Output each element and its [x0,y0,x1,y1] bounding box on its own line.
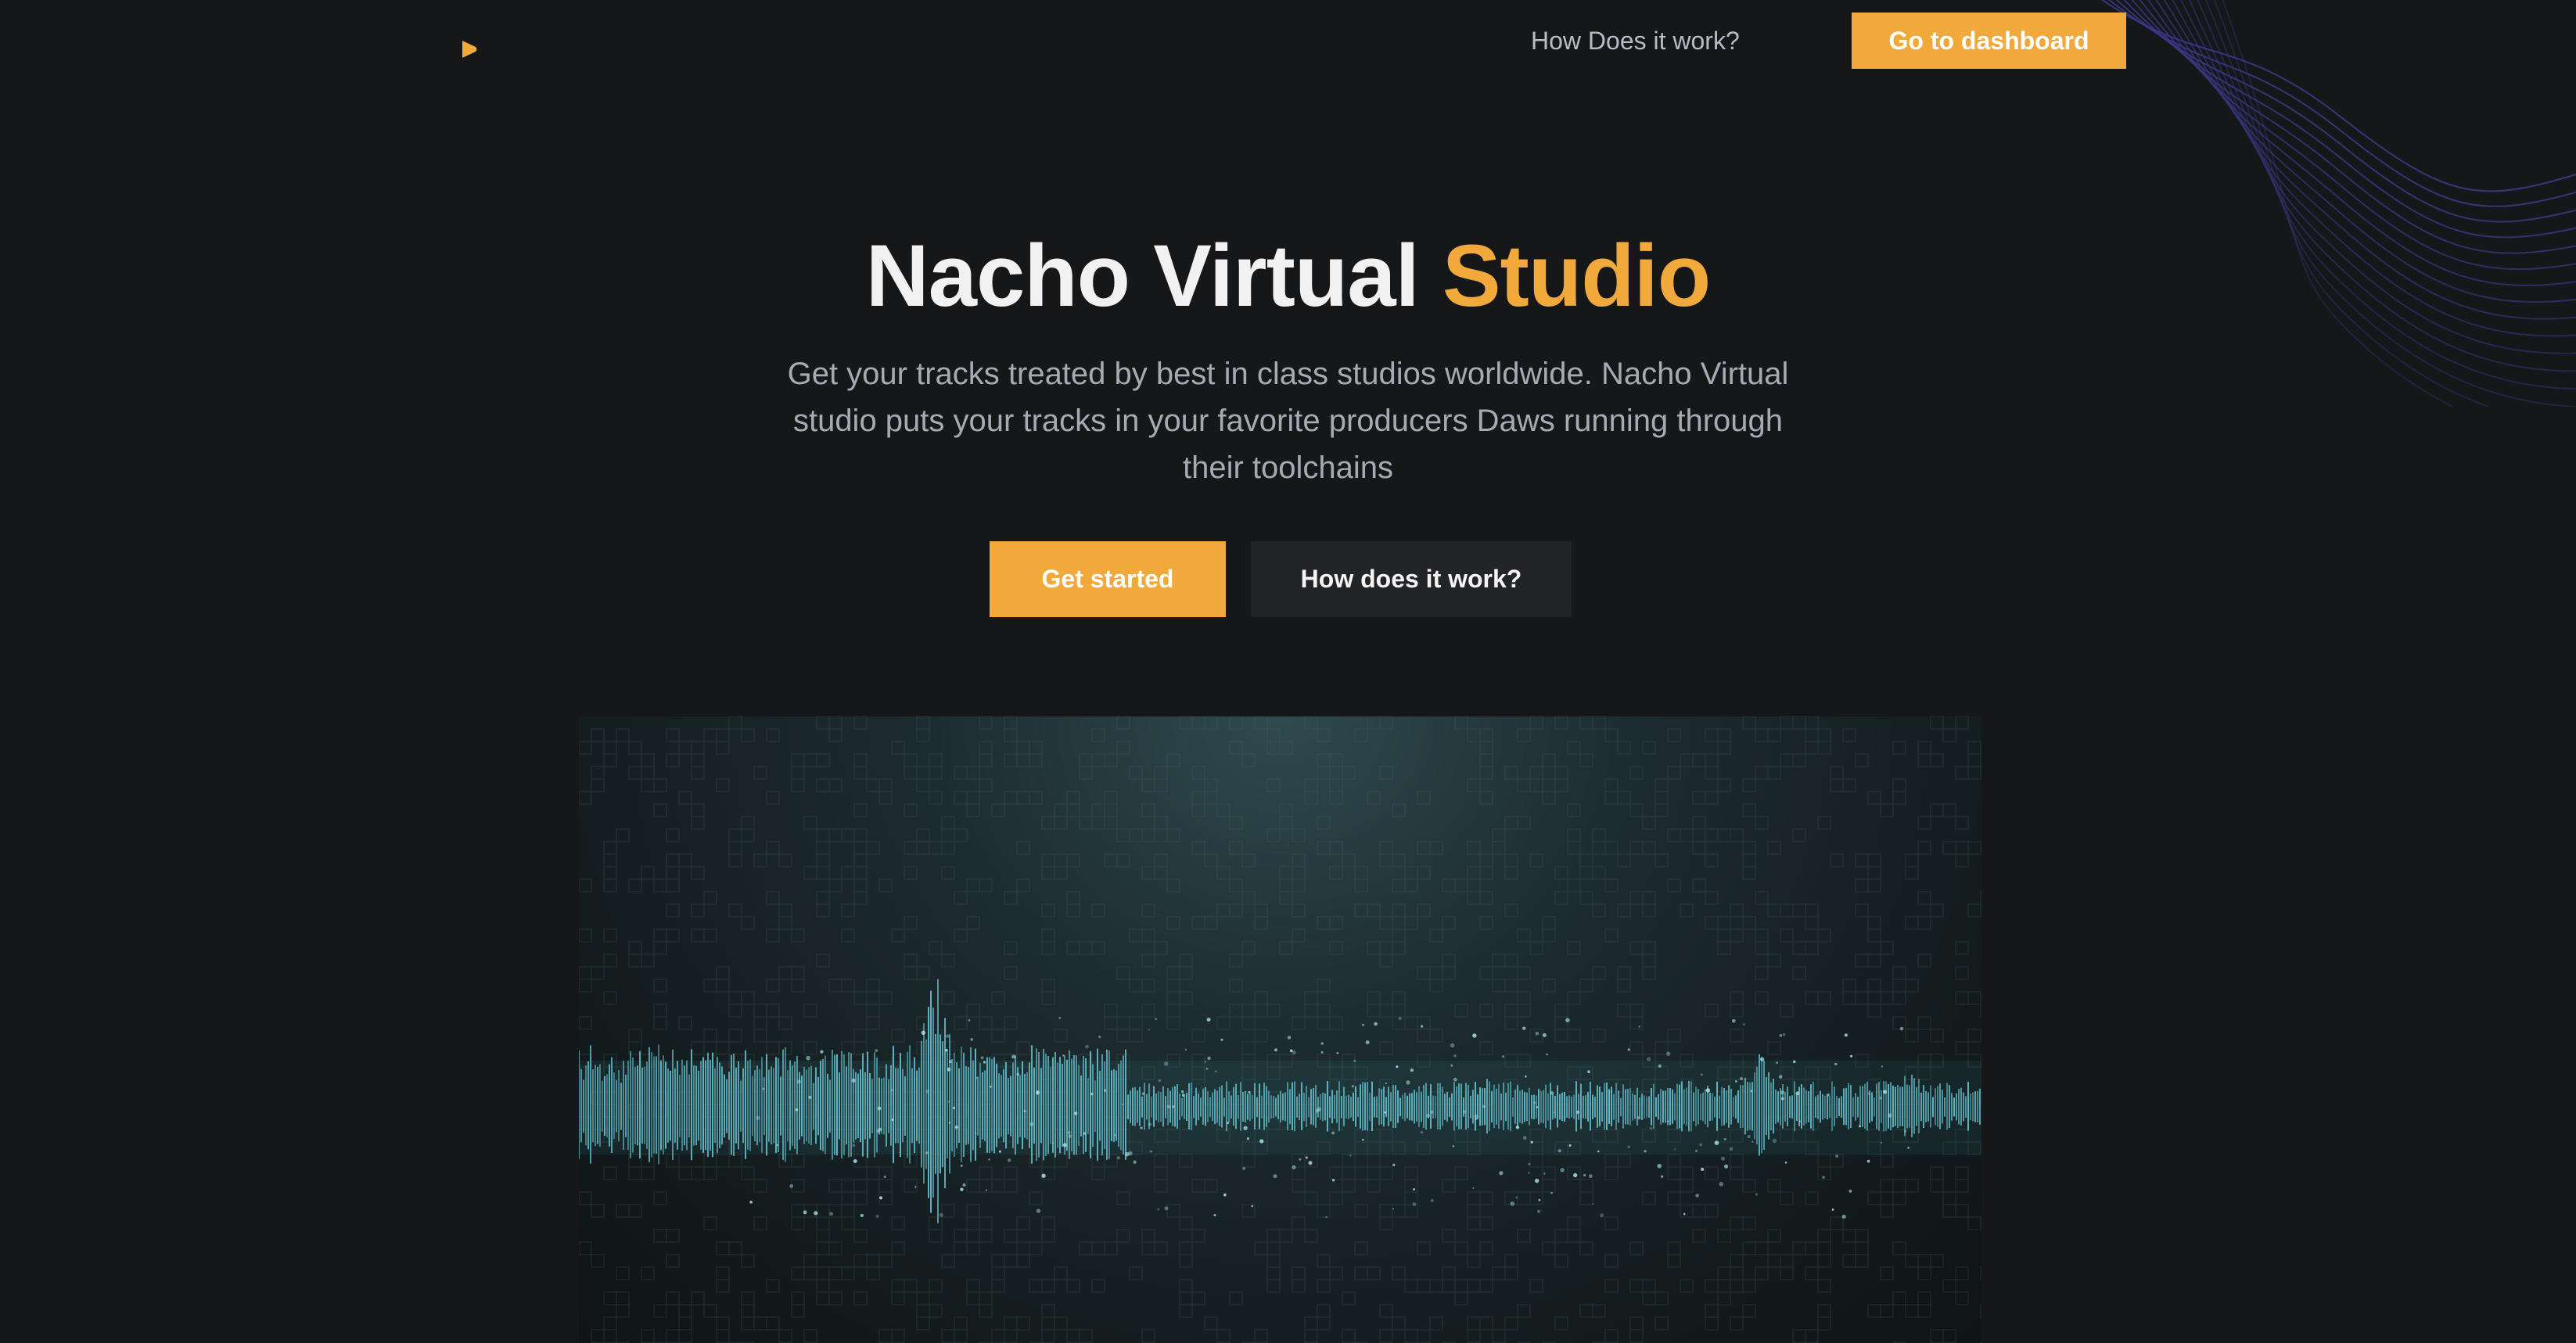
hero-title-accent: Studio [1442,227,1711,325]
nav-how-it-works-link[interactable]: How Does it work? [1531,27,1740,56]
how-does-it-work-button[interactable]: How does it work? [1251,541,1572,617]
go-to-dashboard-button[interactable]: Go to dashboard [1852,13,2126,69]
get-started-button[interactable]: Get started [990,541,1226,617]
play-triangle-icon[interactable] [460,39,479,59]
waveform-graphic [579,716,1981,1343]
hero-title-main: Nacho Virtual [865,227,1420,325]
hero-subtitle: Get your tracks treated by best in class… [787,357,1789,485]
hero-title: Nacho Virtual Studio [0,225,2576,326]
audio-waveform-image [579,716,1981,1343]
landing-page: How Does it work? Go to dashboard Nacho … [0,0,2576,1343]
